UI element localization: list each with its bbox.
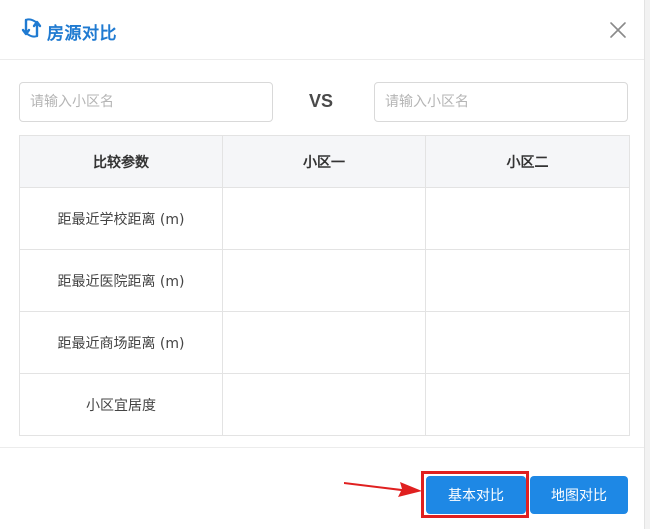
compare-dialog: 房源对比 VS 比较参数 小区一 小区二 距最近学校距离 (m) 距最近医院距离… bbox=[0, 0, 644, 529]
header-community-one: 小区一 bbox=[222, 135, 426, 188]
cell-community-two bbox=[425, 249, 630, 312]
dialog-scroll-edge bbox=[644, 0, 650, 529]
close-icon[interactable] bbox=[606, 18, 630, 42]
annotation-arrow-icon bbox=[344, 482, 422, 497]
header-parameter: 比较参数 bbox=[19, 135, 223, 188]
compare-arrows-icon bbox=[21, 18, 42, 38]
cell-community-two bbox=[425, 311, 630, 374]
row-label-hospital-distance: 距最近医院距离 (m) bbox=[19, 249, 223, 312]
map-compare-button[interactable]: 地图对比 bbox=[530, 476, 628, 514]
row-label-school-distance: 距最近学校距离 (m) bbox=[19, 187, 223, 250]
cell-community-one bbox=[222, 373, 426, 436]
vs-label: VS bbox=[309, 91, 334, 111]
table-header-row: 比较参数 小区一 小区二 bbox=[19, 135, 630, 188]
header-community-two: 小区二 bbox=[425, 135, 630, 188]
community-search-input-right[interactable] bbox=[374, 82, 628, 122]
community-search-input-left[interactable] bbox=[19, 82, 273, 122]
table-row: 小区宜居度 bbox=[19, 373, 630, 436]
row-label-livability: 小区宜居度 bbox=[19, 373, 223, 436]
cell-community-one bbox=[222, 311, 426, 374]
basic-compare-button[interactable]: 基本对比 bbox=[426, 476, 526, 514]
cell-community-two bbox=[425, 187, 630, 250]
dialog-header: 房源对比 bbox=[0, 0, 644, 60]
row-label-mall-distance: 距最近商场距离 (m) bbox=[19, 311, 223, 374]
table-row: 距最近学校距离 (m) bbox=[19, 187, 630, 250]
cell-community-two bbox=[425, 373, 630, 436]
cell-community-one bbox=[222, 249, 426, 312]
cell-community-one bbox=[222, 187, 426, 250]
dialog-title: 房源对比 bbox=[47, 24, 117, 44]
table-row: 距最近医院距离 (m) bbox=[19, 249, 630, 312]
comparison-table: 比较参数 小区一 小区二 距最近学校距离 (m) 距最近医院距离 (m) 距最近… bbox=[19, 135, 630, 436]
footer-divider bbox=[0, 447, 644, 448]
table-row: 距最近商场距离 (m) bbox=[19, 311, 630, 374]
